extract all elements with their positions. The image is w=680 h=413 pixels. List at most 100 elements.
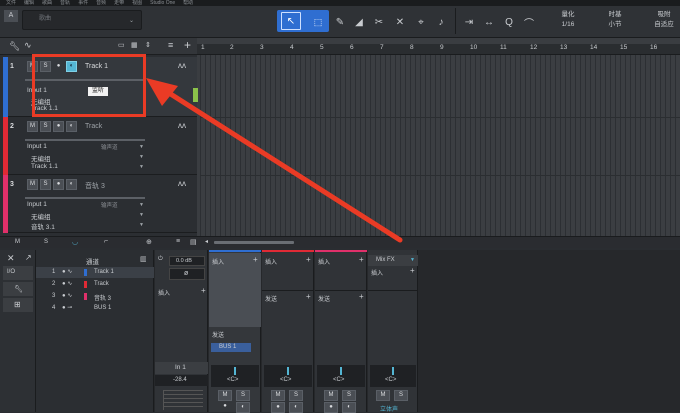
mute-button[interactable]: M bbox=[218, 390, 232, 401]
volume-slider[interactable] bbox=[25, 197, 145, 199]
monitor-button[interactable]: ◐ bbox=[342, 402, 356, 413]
mute-button[interactable]: M bbox=[324, 390, 338, 401]
insert-area[interactable]: 插入 + bbox=[209, 253, 261, 327]
mute-button[interactable]: M bbox=[27, 179, 38, 190]
wrench-icon[interactable]: 🔧︎ bbox=[9, 41, 20, 52]
range-tool-icon[interactable]: ⬚ bbox=[309, 13, 327, 31]
send-slot[interactable]: 发送 bbox=[212, 330, 224, 339]
song-selector[interactable]: 歌曲 ⌄ bbox=[22, 10, 142, 30]
grid-icon[interactable]: ▦ bbox=[131, 41, 138, 49]
eraser-tool-icon[interactable]: ◢ bbox=[350, 13, 368, 31]
add-insert-icon[interactable]: + bbox=[201, 286, 206, 295]
mute-button[interactable]: M bbox=[27, 121, 38, 132]
quantize-value[interactable]: 1/16 bbox=[548, 21, 588, 29]
bus-icon[interactable]: ● ⊸ bbox=[62, 304, 72, 311]
gain-display[interactable]: 0.0 dB bbox=[169, 256, 205, 266]
channel-row[interactable]: 3 ● ∿ 音轨 3 bbox=[36, 291, 154, 302]
mute-tool-icon[interactable]: ✕ bbox=[391, 13, 409, 31]
channel-row[interactable]: 2 ● ∿ Track bbox=[36, 279, 154, 290]
add-track-icon[interactable]: + bbox=[184, 38, 191, 52]
solo-button[interactable]: S bbox=[289, 390, 303, 401]
visible-dot-icon[interactable]: ● ∿ bbox=[62, 268, 72, 275]
bus-send[interactable]: BUS 1 bbox=[211, 343, 251, 352]
insert-slot[interactable]: 插入 bbox=[212, 257, 224, 266]
pencil-tool-icon[interactable]: ✎ bbox=[331, 13, 349, 31]
add-send-icon[interactable]: + bbox=[306, 292, 311, 301]
mute-button[interactable]: M bbox=[376, 390, 390, 401]
add-insert-icon[interactable]: + bbox=[359, 255, 364, 264]
insert-slot[interactable]: 插入 bbox=[158, 288, 170, 297]
insert-slot[interactable]: 插入 bbox=[265, 257, 277, 266]
output-select[interactable]: 音轨 3.1 bbox=[31, 221, 55, 231]
monitor-button[interactable]: ◐ bbox=[236, 402, 250, 413]
track-name[interactable]: 音轨 3 bbox=[85, 181, 105, 191]
bend-tool-icon[interactable]: ⌖ bbox=[412, 13, 430, 31]
visible-dot-icon[interactable]: ● ∿ bbox=[62, 280, 72, 287]
record-all-icon[interactable]: ⌐ bbox=[104, 238, 108, 245]
record-button[interactable]: ● bbox=[218, 402, 232, 413]
forward-icon[interactable]: ⇥ bbox=[460, 13, 478, 31]
snap-value[interactable]: 自适应 bbox=[648, 21, 680, 29]
mute-all-button[interactable]: M bbox=[15, 239, 20, 245]
folder-icon[interactable]: ▭ bbox=[118, 41, 125, 49]
fader-scale[interactable] bbox=[163, 390, 203, 410]
listen-tool-icon[interactable]: ♪ bbox=[432, 13, 450, 31]
close-icon[interactable]: ✕ bbox=[7, 253, 15, 264]
power-icon[interactable]: ⏻ bbox=[158, 256, 163, 263]
add-send-icon[interactable]: + bbox=[359, 292, 364, 301]
automation-icon[interactable]: ∿ bbox=[24, 40, 32, 51]
plugins-button[interactable]: ⊞ bbox=[3, 298, 33, 312]
zoom-icon[interactable]: Q bbox=[500, 13, 518, 31]
channel-row[interactable]: 1 ● ∿ Track 1 bbox=[36, 267, 154, 278]
timeline-ruler[interactable]: 1 2 3 4 5 6 7 8 9 10 11 12 13 14 15 16 bbox=[197, 44, 680, 55]
arrows-icon[interactable]: ⇕ bbox=[145, 41, 151, 49]
record-button[interactable]: ● bbox=[324, 402, 338, 413]
insert-slot[interactable]: 插入 bbox=[371, 268, 383, 277]
solo-button[interactable]: S bbox=[40, 179, 51, 190]
visible-dot-icon[interactable]: ● ∿ bbox=[62, 292, 72, 299]
send-slot[interactable]: 发送 bbox=[318, 294, 330, 303]
monitor-all-icon[interactable]: ◡ bbox=[72, 238, 78, 246]
monitor-button[interactable]: ◐ bbox=[66, 121, 77, 132]
input-select[interactable]: Input 1 bbox=[27, 201, 47, 208]
solo-button[interactable]: S bbox=[342, 390, 356, 401]
automation-icon[interactable]: ᴧᴧ bbox=[178, 61, 186, 70]
record-button[interactable]: ● bbox=[271, 402, 285, 413]
pan-control[interactable]: <C> bbox=[317, 365, 365, 387]
io-button[interactable]: I/O bbox=[3, 266, 33, 280]
group-select[interactable]: 无编组 bbox=[31, 211, 51, 221]
track-name[interactable]: Track bbox=[85, 123, 102, 130]
expand-icon[interactable]: ↗ bbox=[25, 253, 32, 262]
scroll-icon[interactable]: ⌒ bbox=[520, 13, 538, 31]
app-logo[interactable]: A bbox=[4, 10, 18, 22]
split-tool-icon[interactable]: ✂ bbox=[370, 13, 388, 31]
solo-all-button[interactable]: S bbox=[44, 239, 48, 245]
monitor-button[interactable]: ◐ bbox=[66, 179, 77, 190]
pan-control[interactable]: <C> bbox=[264, 365, 312, 387]
mute-button[interactable]: M bbox=[271, 390, 285, 401]
add-insert-icon[interactable]: + bbox=[306, 255, 311, 264]
timebase-value[interactable]: 小节 bbox=[595, 21, 635, 29]
solo-button[interactable]: S bbox=[40, 121, 51, 132]
record-button[interactable]: ● bbox=[53, 121, 64, 132]
stretch-icon[interactable]: ↔ bbox=[480, 13, 498, 31]
pan-control[interactable]: <C> bbox=[370, 365, 416, 387]
add-insert-icon[interactable]: + bbox=[253, 255, 258, 264]
channel-view-icon[interactable]: ▥ bbox=[140, 255, 147, 263]
add-insert-icon[interactable]: + bbox=[410, 266, 415, 275]
tools-button[interactable]: 🔧︎ bbox=[3, 282, 33, 296]
arrow-tool-icon[interactable]: ↖ bbox=[281, 12, 301, 30]
record-button[interactable]: ● bbox=[53, 179, 64, 190]
volume-slider[interactable] bbox=[25, 139, 145, 141]
mix-fx-header[interactable]: Mix FX ▼ bbox=[368, 255, 418, 266]
track-list-menu-icon[interactable]: ≡ bbox=[168, 40, 173, 50]
pan-control[interactable]: <C> bbox=[211, 365, 259, 387]
solo-button[interactable]: S bbox=[394, 390, 408, 401]
channel-row[interactable]: 4 ● ⊸ BUS 1 bbox=[36, 303, 154, 314]
send-slot[interactable]: 发送 bbox=[265, 294, 277, 303]
monitor-button[interactable]: ◐ bbox=[289, 402, 303, 413]
phase-button[interactable]: ø bbox=[169, 268, 205, 280]
output-select[interactable]: Track 1.1 bbox=[31, 163, 58, 170]
solo-button[interactable]: S bbox=[236, 390, 250, 401]
input-select[interactable]: Input 1 bbox=[27, 143, 47, 150]
